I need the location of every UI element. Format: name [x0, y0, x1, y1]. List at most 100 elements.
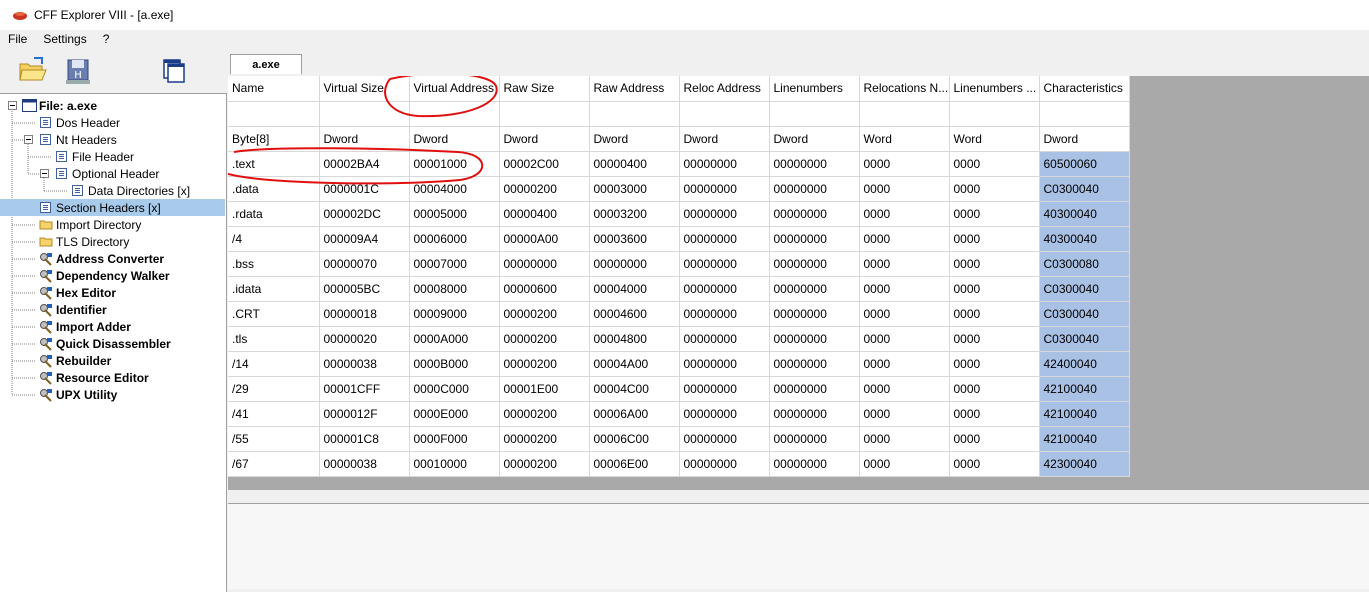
tree-item-dos-header[interactable]: Dos Header	[0, 114, 225, 131]
table-cell[interactable]: 00000200	[499, 351, 590, 377]
table-cell[interactable]: 0000	[949, 451, 1040, 477]
table-cell[interactable]: 0000	[949, 326, 1040, 352]
table-row[interactable]: .text 00002BA4 00001000 00002C00 00000400 000…	[228, 151, 1130, 177]
table-cell[interactable]: 00000000	[679, 251, 770, 277]
table-cell[interactable]: /55	[228, 426, 320, 452]
table-cell[interactable]: /4	[228, 226, 320, 252]
table-cell[interactable]: /29	[228, 376, 320, 402]
table-cell[interactable]: 0000	[949, 151, 1040, 177]
table-cell[interactable]: 0000	[949, 251, 1040, 277]
table-cell[interactable]: 00001000	[409, 151, 500, 177]
table-row[interactable]: /67 00000038 00010000 00000200 00006E00 00000…	[228, 451, 1130, 477]
table-cell[interactable]: 00000000	[679, 426, 770, 452]
table-cell[interactable]: 00000000	[769, 201, 860, 227]
table-cell[interactable]: 0000	[859, 201, 950, 227]
tree-item-dependency-walker[interactable]: Dependency Walker	[0, 267, 225, 284]
table-row[interactable]: .tls 00000020 0000A000 00000200 00004800 0000…	[228, 326, 1130, 352]
table-row[interactable]: /55 000001C8 0000F000 00000200 00006C00 00000…	[228, 426, 1130, 452]
table-cell[interactable]: 42100040	[1039, 376, 1130, 402]
table-cell[interactable]: 0000F000	[409, 426, 500, 452]
table-cell[interactable]: 0000	[949, 376, 1040, 402]
table-cell[interactable]: 00003600	[589, 226, 680, 252]
table-cell[interactable]: 0000001C	[319, 176, 410, 202]
tree-item-quick-disassembler[interactable]: Quick Disassembler	[0, 335, 225, 352]
column-header[interactable]: Relocations N...	[859, 76, 950, 102]
table-row[interactable]: .bss 00000070 00007000 00000000 00000000 0000…	[228, 251, 1130, 277]
table-cell[interactable]: C0300080	[1039, 251, 1130, 277]
table-cell[interactable]: 0000	[859, 251, 950, 277]
table-cell[interactable]: 60500060	[1039, 151, 1130, 177]
table-cell[interactable]: 00004800	[589, 326, 680, 352]
table-cell[interactable]: 00002BA4	[319, 151, 410, 177]
table-cell[interactable]: C0300040	[1039, 301, 1130, 327]
tree-item-resource-editor[interactable]: Resource Editor	[0, 369, 225, 386]
table-cell[interactable]: 00000000	[679, 176, 770, 202]
table-cell[interactable]: 00006E00	[589, 451, 680, 477]
table-cell[interactable]: 00000200	[499, 426, 590, 452]
table-cell[interactable]: 42100040	[1039, 401, 1130, 427]
table-cell[interactable]: 0000	[949, 426, 1040, 452]
table-cell[interactable]: 40300040	[1039, 201, 1130, 227]
windows-icon[interactable]	[160, 54, 192, 86]
table-cell[interactable]: 42300040	[1039, 451, 1130, 477]
table-cell[interactable]: 00000000	[679, 201, 770, 227]
table-cell[interactable]: 00000000	[589, 251, 680, 277]
tree-item-data-directories-x[interactable]: Data Directories [x]	[0, 182, 225, 199]
column-header[interactable]: Virtual Size	[319, 76, 410, 102]
table-cell[interactable]: 00003200	[589, 201, 680, 227]
table-cell[interactable]: 00000200	[499, 176, 590, 202]
column-header[interactable]: Raw Address	[589, 76, 680, 102]
tree-item-optional-header[interactable]: Optional Header	[0, 165, 225, 182]
table-cell[interactable]: 000005BC	[319, 276, 410, 302]
table-cell[interactable]: 0000	[859, 326, 950, 352]
table-cell[interactable]: 0000	[859, 401, 950, 427]
table-cell[interactable]: 00006000	[409, 226, 500, 252]
tree-item-import-adder[interactable]: Import Adder	[0, 318, 225, 335]
tree-item-address-converter[interactable]: Address Converter	[0, 250, 225, 267]
table-cell[interactable]: 0000012F	[319, 401, 410, 427]
table-row[interactable]: /29 00001CFF 0000C000 00001E00 00004C00 00000…	[228, 376, 1130, 402]
table-cell[interactable]: .data	[228, 176, 320, 202]
table-cell[interactable]: 00000000	[679, 326, 770, 352]
table-cell[interactable]: 0000	[859, 351, 950, 377]
tree-item-rebuilder[interactable]: Rebuilder	[0, 352, 225, 369]
table-cell[interactable]: /14	[228, 351, 320, 377]
table-cell[interactable]: 000001C8	[319, 426, 410, 452]
table-cell[interactable]: 00004000	[589, 276, 680, 302]
tree-item-import-directory[interactable]: Import Directory	[0, 216, 225, 233]
table-cell[interactable]: 00004000	[409, 176, 500, 202]
table-cell[interactable]: 00000400	[499, 201, 590, 227]
column-header[interactable]: Linenumbers	[769, 76, 860, 102]
table-row[interactable]: /4 000009A4 00006000 00000A00 00003600 000000…	[228, 226, 1130, 252]
table-row[interactable]: .data 0000001C 00004000 00000200 00003000 000…	[228, 176, 1130, 202]
column-header[interactable]: Linenumbers ...	[949, 76, 1040, 102]
table-cell[interactable]: 00000000	[769, 376, 860, 402]
table-row[interactable]: .idata 000005BC 00008000 00000600 00004000 00…	[228, 276, 1130, 302]
table-cell[interactable]: 0000	[859, 376, 950, 402]
table-cell[interactable]: 00000000	[679, 276, 770, 302]
table-cell[interactable]: 00000000	[769, 351, 860, 377]
table-cell[interactable]: 00003000	[589, 176, 680, 202]
table-cell[interactable]: 00000000	[769, 176, 860, 202]
table-cell[interactable]: /67	[228, 451, 320, 477]
table-cell[interactable]: 00000000	[679, 301, 770, 327]
table-cell[interactable]: 00000A00	[499, 226, 590, 252]
table-cell[interactable]: 00000038	[319, 351, 410, 377]
tree-item-nt-headers[interactable]: Nt Headers	[0, 131, 225, 148]
table-cell[interactable]: 00000070	[319, 251, 410, 277]
table-cell[interactable]: 40300040	[1039, 226, 1130, 252]
table-cell[interactable]: 00000020	[319, 326, 410, 352]
table-cell[interactable]: .text	[228, 151, 320, 177]
table-cell[interactable]: 00000000	[769, 326, 860, 352]
table-cell[interactable]: 0000	[949, 226, 1040, 252]
table-cell[interactable]: 0000	[859, 451, 950, 477]
table-cell[interactable]: 00002C00	[499, 151, 590, 177]
table-cell[interactable]: 00000000	[769, 301, 860, 327]
table-cell[interactable]: 0000	[949, 401, 1040, 427]
table-cell[interactable]: 000009A4	[319, 226, 410, 252]
table-cell[interactable]: 00000000	[769, 276, 860, 302]
tree-item-identifier[interactable]: Identifier	[0, 301, 225, 318]
collapse-toggle-icon[interactable]	[24, 135, 33, 144]
table-row[interactable]: .rdata 000002DC 00005000 00000400 00003200 00…	[228, 201, 1130, 227]
table-cell[interactable]: 0000	[859, 426, 950, 452]
